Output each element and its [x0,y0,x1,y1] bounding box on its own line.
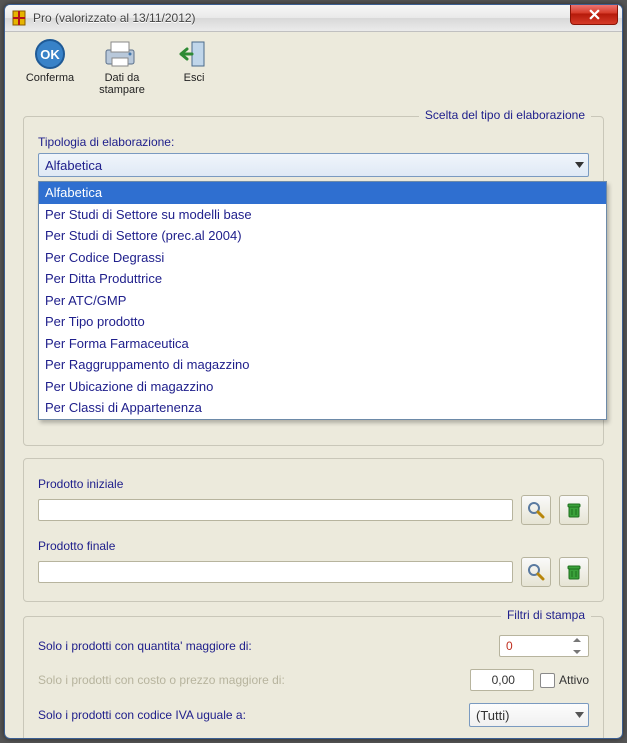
search-initial-button[interactable] [521,495,551,525]
elaboration-group: Scelta del tipo di elaborazione Tipologi… [23,116,604,446]
close-icon [589,9,600,20]
title-bar: Pro (valorizzato al 13/11/2012) [5,5,622,32]
dropdown-option[interactable]: Per ATC/GMP [39,290,606,312]
window-title: Pro (valorizzato al 13/11/2012) [33,11,196,25]
type-combo[interactable]: Alfabetica [38,153,589,177]
trash-icon [565,501,583,519]
search-icon [527,501,545,519]
clear-initial-button[interactable] [559,495,589,525]
print-data-button[interactable]: Dati da stampare [95,38,149,96]
exit-icon [174,38,214,70]
clear-final-button[interactable] [559,557,589,587]
attivo-checkbox[interactable]: Attivo [540,673,589,688]
cost-value: 0,00 [477,673,515,687]
iva-combo[interactable]: (Tutti) [469,703,589,727]
search-icon [527,563,545,581]
type-dropdown-list[interactable]: Alfabetica Per Studi di Settore su model… [38,181,607,420]
dropdown-option[interactable]: Per Classi di Appartenenza [39,397,606,419]
confirm-label: Conferma [26,72,74,84]
toolbar: OK Conferma Dati da stampare Esci [5,32,622,98]
cost-label: Solo i prodotti con costo o prezzo maggi… [38,673,470,687]
chevron-down-icon [575,712,584,718]
dropdown-option[interactable]: Alfabetica [39,182,606,204]
confirm-button[interactable]: OK Conferma [23,38,77,84]
dropdown-option[interactable]: Per Studi di Settore (prec.al 2004) [39,225,606,247]
qty-label: Solo i prodotti con quantita' maggiore d… [38,639,499,653]
dropdown-option[interactable]: Per Ditta Produttrice [39,268,606,290]
dropdown-option[interactable]: Per Tipo prodotto [39,311,606,333]
client-area: Scelta del tipo di elaborazione Tipologi… [5,98,622,739]
print-label: Dati da stampare [95,72,149,96]
app-icon [11,10,27,26]
cost-input[interactable]: 0,00 [470,669,534,691]
checkbox-icon [540,673,555,688]
dropdown-option[interactable]: Per Codice Degrassi [39,247,606,269]
product-range-group: Prodotto iniziale Prodotto finale [23,458,604,602]
close-button[interactable] [570,4,618,25]
prodotto-iniziale-input[interactable] [38,499,513,521]
dropdown-option[interactable]: Per Studi di Settore su modelli base [39,204,606,226]
prodotto-finale-label: Prodotto finale [38,539,589,553]
dropdown-option[interactable]: Per Ubicazione di magazzino [39,376,606,398]
filters-legend: Filtri di stampa [501,608,591,622]
prodotto-finale-input[interactable] [38,561,513,583]
dropdown-option[interactable]: Per Forma Farmaceutica [39,333,606,355]
ok-icon: OK [30,38,70,70]
attivo-label: Attivo [559,673,589,687]
exit-button[interactable]: Esci [167,38,221,84]
exit-label: Esci [184,72,205,84]
type-combo-value: Alfabetica [45,158,102,173]
type-label: Tipologia di elaborazione: [38,135,589,149]
spinner[interactable] [573,638,586,654]
chevron-down-icon [575,162,584,168]
iva-label: Solo i prodotti con codice IVA uguale a: [38,708,469,722]
prodotto-iniziale-label: Prodotto iniziale [38,477,589,491]
qty-input[interactable]: 0 [499,635,589,657]
filters-group: Filtri di stampa Solo i prodotti con qua… [23,616,604,739]
svg-text:OK: OK [40,47,60,62]
trash-icon [565,563,583,581]
app-window: Pro (valorizzato al 13/11/2012) OK Confe… [4,4,623,739]
dropdown-option[interactable]: Per Raggruppamento di magazzino [39,354,606,376]
elaboration-legend: Scelta del tipo di elaborazione [419,108,591,122]
iva-value: (Tutti) [476,708,509,723]
qty-value: 0 [506,639,570,653]
search-final-button[interactable] [521,557,551,587]
printer-icon [102,38,142,70]
